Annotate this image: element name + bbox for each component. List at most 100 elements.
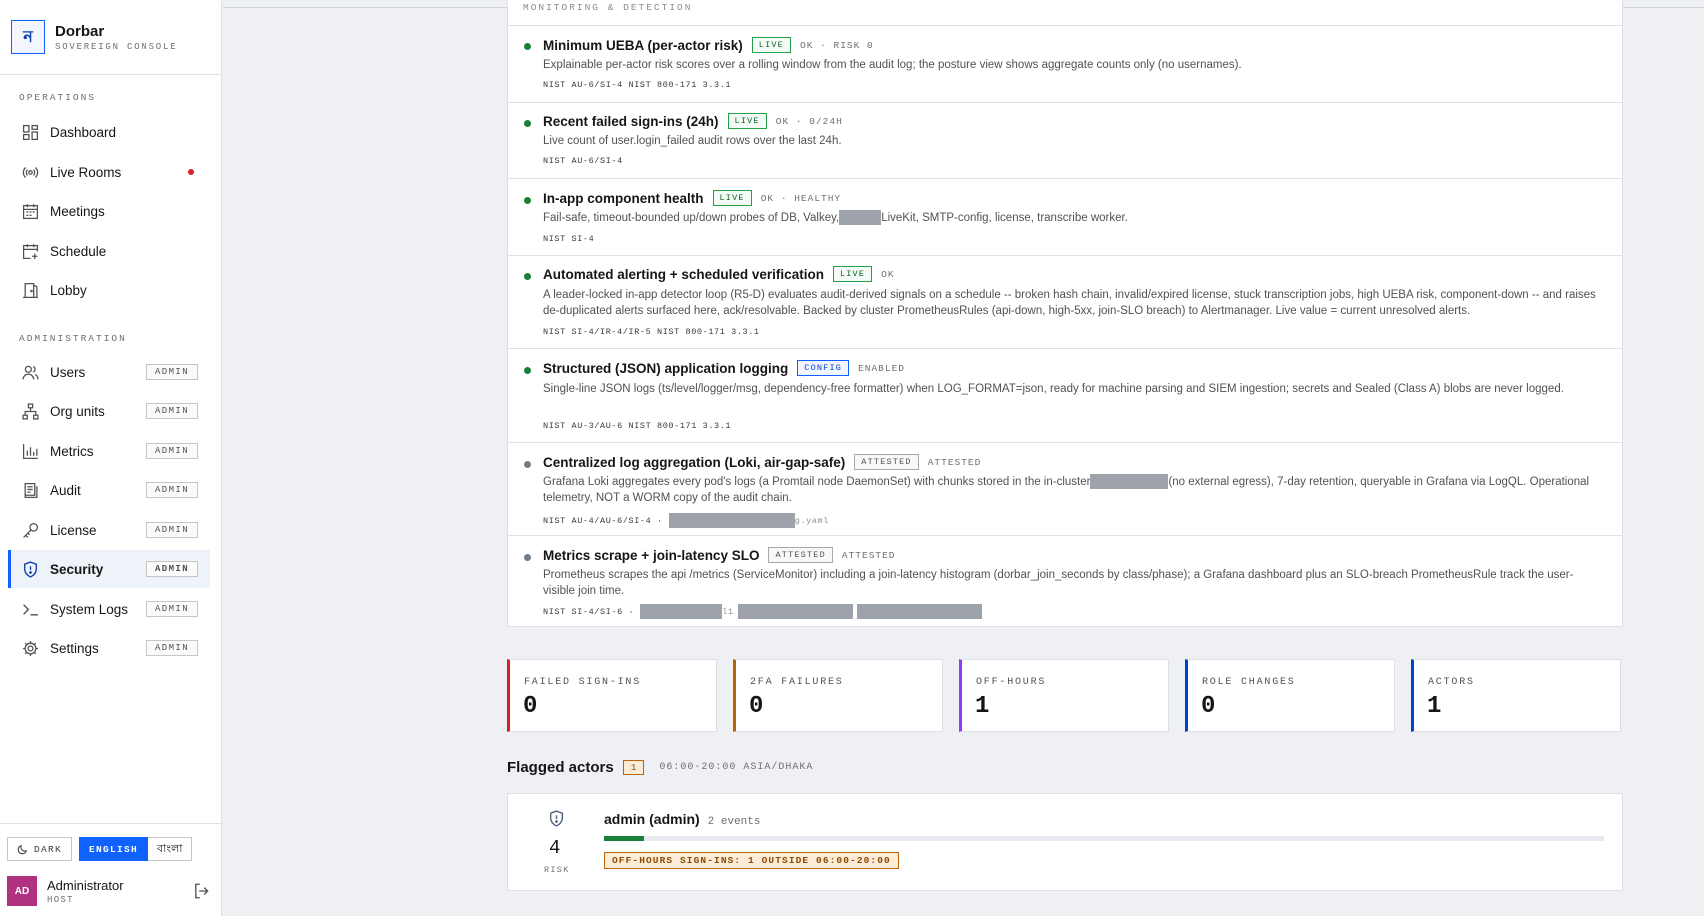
sidebar-item-label: License: [50, 522, 97, 538]
control-reference: NIST SI-4/SI-6 · l1: [543, 604, 982, 619]
live-indicator-dot: [188, 169, 194, 175]
sidebar-item-org-units[interactable]: Org units ADMIN: [8, 392, 210, 430]
stat-card-actors: ACTORS 1: [1411, 659, 1621, 732]
sidebar-item-label: Users: [50, 364, 86, 380]
brand-subtitle: SOVEREIGN CONSOLE: [55, 41, 178, 52]
redaction: [668, 513, 795, 528]
stat-label: ROLE CHANGES: [1202, 677, 1296, 688]
stat-label: 2FA FAILURES: [750, 677, 844, 688]
stat-card-off-hours: OFF-HOURS 1: [959, 659, 1169, 732]
control-status: ENABLED: [858, 362, 905, 374]
language-bangla-button[interactable]: বাংলা: [148, 837, 193, 861]
admin-badge: ADMIN: [145, 403, 198, 419]
flagged-count-badge: 1: [622, 760, 645, 775]
control-tag: ATTESTED: [768, 547, 833, 563]
sidebar-item-settings[interactable]: Settings ADMIN: [8, 629, 210, 667]
control-title: Minimum UEBA (per-actor risk): [543, 37, 743, 53]
sidebar-item-lobby[interactable]: Lobby: [8, 271, 210, 309]
control-title: Metrics scrape + join-latency SLO: [543, 547, 760, 563]
stat-label: ACTORS: [1428, 677, 1475, 688]
user-role: HOST: [47, 894, 74, 905]
control-reference-text: NIST AU-4/AU-6/SI-4 ·: [543, 515, 663, 526]
flagged-actors-title: Flagged actors: [507, 759, 614, 776]
stat-card-2fa-failures: 2FA FAILURES 0: [733, 659, 943, 732]
control-reference-tail: l1: [722, 606, 734, 617]
control-tag: CONFIG: [797, 360, 850, 376]
calendar-icon: [21, 202, 39, 220]
control-status: OK · RISK 0: [800, 39, 874, 51]
admin-badge: ADMIN: [145, 364, 198, 380]
control-tag: LIVE: [832, 266, 873, 282]
admin-badge: ADMIN: [145, 482, 198, 498]
stat-value: 1: [975, 693, 990, 720]
redaction: [1090, 474, 1169, 490]
status-dot: [524, 120, 531, 127]
sidebar-item-system-logs[interactable]: System Logs ADMIN: [8, 590, 210, 628]
stat-label: FAILED SIGN-INS: [524, 677, 642, 688]
stat-value: 0: [523, 693, 538, 720]
control-description: Grafana Loki aggregates every pod's logs…: [543, 474, 1603, 506]
sidebar-item-security[interactable]: Security ADMIN: [8, 550, 210, 588]
status-dot: [524, 43, 531, 50]
control-row: Recent failed sign-ins (24h) LIVE OK · 0…: [507, 102, 1623, 178]
grid-icon: [21, 123, 39, 141]
sidebar-item-metrics[interactable]: Metrics ADMIN: [8, 432, 210, 470]
sidebar-item-audit[interactable]: Audit ADMIN: [8, 471, 210, 509]
control-row: Metrics scrape + join-latency SLO ATTEST…: [507, 535, 1623, 627]
avatar[interactable]: AD: [7, 876, 37, 906]
control-title: Centralized log aggregation (Loki, air-g…: [543, 454, 846, 470]
sidebar-item-label: Live Rooms: [50, 164, 122, 180]
brand-logo: ন: [11, 20, 45, 54]
admin-badge: ADMIN: [145, 601, 198, 617]
control-reference: NIST SI-4: [543, 234, 595, 244]
redaction: [737, 604, 853, 619]
control-row: Automated alerting + scheduled verificat…: [507, 255, 1623, 348]
sidebar-item-label: Lobby: [50, 282, 87, 298]
control-tag: LIVE: [751, 37, 791, 53]
sidebar-item-dashboard[interactable]: Dashboard: [8, 113, 210, 151]
terminal-icon: [21, 600, 39, 618]
control-title: In-app component health: [543, 190, 704, 206]
logout-icon[interactable]: [193, 882, 211, 900]
theme-toggle-button[interactable]: DARK: [7, 837, 73, 861]
key-icon: [21, 521, 39, 539]
nav-section-administration: ADMINISTRATION: [19, 333, 127, 344]
sidebar-item-live-rooms[interactable]: Live Rooms: [8, 153, 210, 191]
sidebar-item-label: Audit: [50, 482, 81, 498]
control-status: OK: [881, 268, 895, 280]
risk-reason-badge: OFF-HOURS SIGN-INS: 1 OUTSIDE 06:00-20:0…: [604, 852, 899, 869]
moon-icon: [17, 844, 28, 854]
admin-badge: ADMIN: [145, 522, 198, 538]
sidebar-item-label: Security: [50, 561, 104, 577]
risk-bar-fill: [604, 836, 644, 841]
sidebar-footer-divider: [0, 823, 222, 824]
sidebar-item-label: Dashboard: [50, 124, 117, 140]
gear-icon: [21, 639, 39, 657]
sidebar-item-label: Schedule: [50, 243, 107, 259]
stat-value: 1: [1427, 693, 1442, 720]
status-dot: [524, 367, 531, 374]
risk-label: RISK: [544, 865, 570, 875]
control-title: Recent failed sign-ins (24h): [543, 113, 719, 129]
sidebar-item-license[interactable]: License ADMIN: [8, 511, 210, 549]
flagged-actor-card[interactable]: 4 RISK admin (admin) 2 events OFF-HOURS …: [507, 793, 1623, 891]
sidebar-item-label: Settings: [50, 640, 99, 656]
sidebar-item-meetings[interactable]: Meetings: [8, 192, 210, 230]
section-heading: MONITORING & DETECTION: [523, 2, 693, 11]
control-row: Minimum UEBA (per-actor risk) LIVE OK · …: [507, 25, 1623, 102]
control-description: Single-line JSON logs (ts/level/logger/m…: [543, 383, 1564, 395]
users-icon: [21, 363, 39, 381]
language-english-button[interactable]: ENGLISH: [79, 837, 149, 861]
sidebar-item-schedule[interactable]: Schedule: [8, 232, 210, 270]
tree-icon: [21, 402, 39, 420]
sidebar-item-users[interactable]: Users ADMIN: [8, 353, 210, 391]
control-reference: NIST AU-6/SI-4 NIST 800-171 3.3.1: [543, 80, 732, 90]
admin-badge: ADMIN: [145, 640, 198, 656]
brand-name: Dorbar: [55, 22, 105, 40]
stat-card-failed-sign-ins: FAILED SIGN-INS 0: [507, 659, 717, 732]
preferences-toggles: DARK ENGLISH বাংলা: [7, 837, 193, 861]
sidebar-item-label: Meetings: [50, 203, 105, 219]
control-reference-tail: g.yaml: [794, 515, 829, 526]
risk-score: 4: [549, 837, 561, 859]
brand[interactable]: ন Dorbar SOVEREIGN CONSOLE: [0, 0, 221, 75]
